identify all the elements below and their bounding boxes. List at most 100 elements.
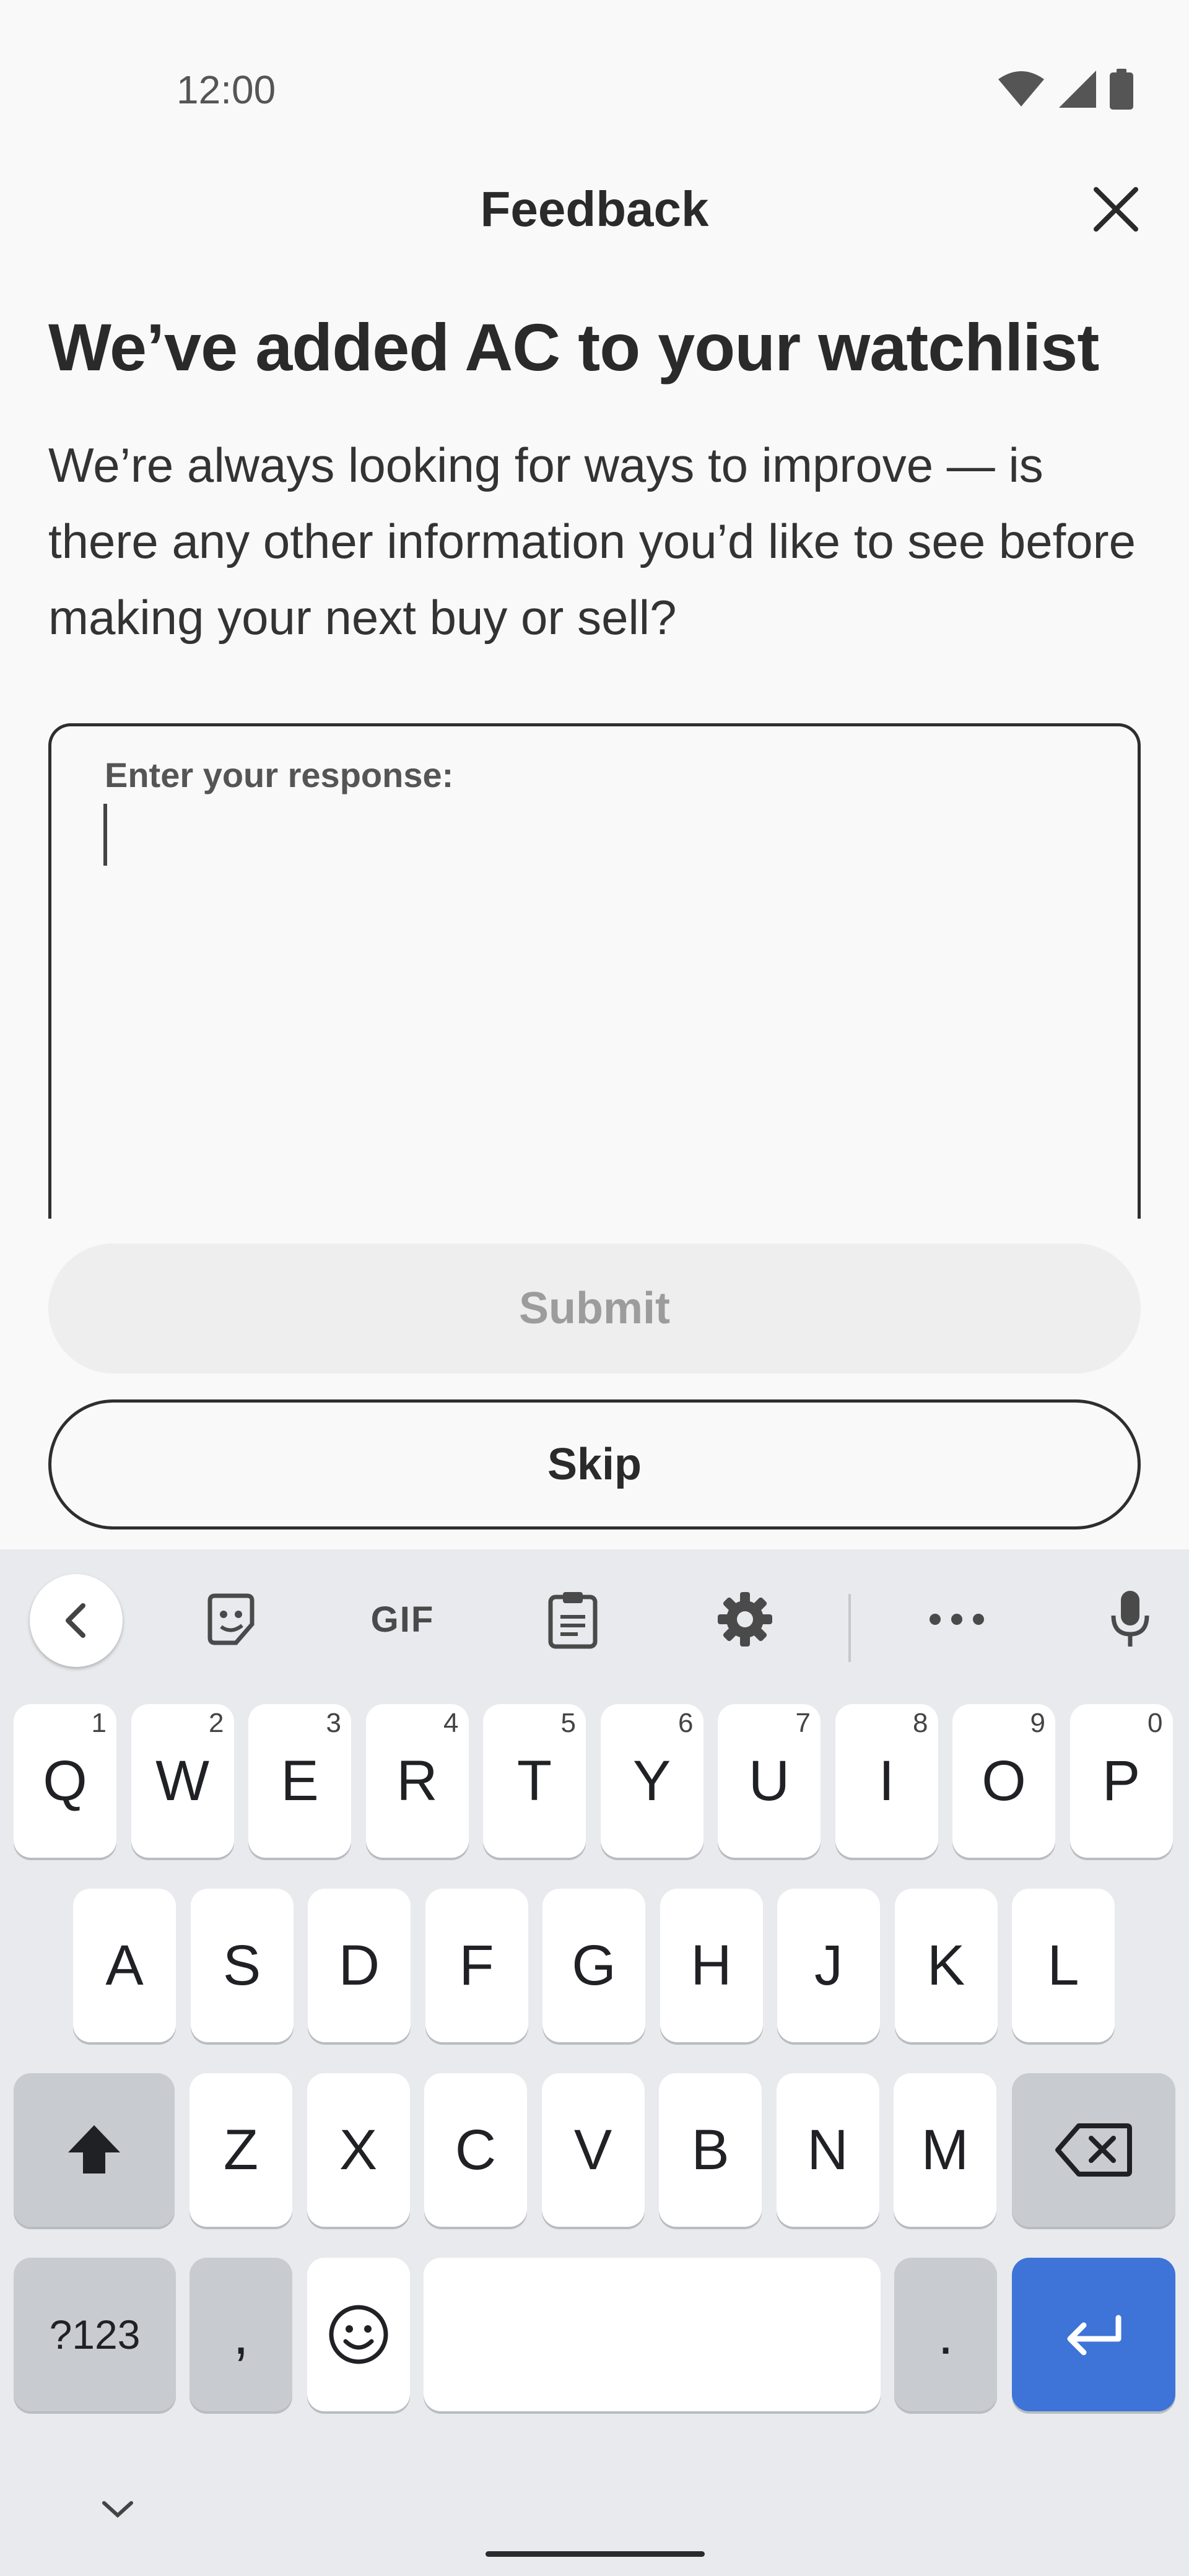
key-f[interactable]: F (425, 1889, 528, 2042)
key-label: M (921, 2118, 969, 2182)
key-q[interactable]: Q1 (14, 1704, 116, 1858)
key-i[interactable]: I8 (835, 1704, 938, 1858)
key-label: W (155, 1749, 209, 1812)
key-u[interactable]: U7 (718, 1704, 821, 1858)
key-hint: 1 (91, 1708, 107, 1738)
key-g[interactable]: G (542, 1889, 645, 2042)
key-z[interactable]: Z (189, 2073, 292, 2227)
key-hint: 6 (678, 1708, 694, 1738)
key-label: T (516, 1749, 552, 1812)
key-l[interactable]: L (1012, 1889, 1115, 2042)
key-t[interactable]: T5 (483, 1704, 586, 1858)
key-label: I (878, 1749, 895, 1812)
backspace-key[interactable] (1012, 2073, 1175, 2227)
shift-key[interactable] (14, 2073, 175, 2227)
status-time: 12:00 (176, 67, 276, 112)
key-hint: 7 (795, 1708, 811, 1738)
response-textarea[interactable]: Enter your response: (48, 723, 1141, 1219)
key-o[interactable]: O9 (952, 1704, 1055, 1858)
page-title: Feedback (480, 181, 709, 237)
key-k[interactable]: K (894, 1889, 998, 2042)
hide-keyboard-button[interactable] (93, 2484, 142, 2534)
backspace-icon (1055, 2123, 1132, 2177)
description: We’re always looking for ways to improve… (48, 438, 1136, 645)
key-hint: 4 (443, 1708, 459, 1738)
status-bar: 12:00 (0, 0, 1189, 124)
comma-key[interactable]: , (189, 2258, 292, 2411)
key-label: O (982, 1749, 1026, 1812)
skip-button[interactable]: Skip (48, 1399, 1141, 1530)
shift-icon (68, 2125, 120, 2174)
submit-button[interactable]: Submit (48, 1243, 1141, 1373)
key-w[interactable]: W2 (131, 1704, 234, 1858)
toolbar-back-button[interactable] (30, 1574, 123, 1667)
key-hint: 9 (1030, 1708, 1045, 1738)
key-s[interactable]: S (190, 1889, 294, 2042)
close-icon (1094, 187, 1138, 232)
key-hint: 8 (913, 1708, 928, 1738)
key-x[interactable]: X (307, 2073, 410, 2227)
settings-button[interactable] (711, 1579, 779, 1660)
headline: We’ve added AC to your watchlist (48, 310, 1099, 385)
key-label: , (233, 2303, 249, 2366)
voice-input-button[interactable] (1096, 1579, 1164, 1660)
key-e[interactable]: E3 (248, 1704, 351, 1858)
key-n[interactable]: N (776, 2073, 879, 2227)
chevron-down-icon (102, 2501, 133, 2518)
key-label: E (281, 1749, 319, 1812)
key-v[interactable]: V (541, 2073, 645, 2227)
key-p[interactable]: P0 (1069, 1704, 1173, 1858)
symbols-key[interactable]: ?123 (14, 2258, 176, 2411)
key-label: A (105, 1934, 144, 1997)
status-icons (997, 69, 1133, 110)
enter-key[interactable] (1012, 2258, 1175, 2411)
more-button[interactable] (923, 1579, 991, 1660)
gif-button[interactable]: GIF (359, 1579, 446, 1660)
key-label: K (926, 1934, 965, 1997)
wifi-icon (998, 71, 1044, 107)
key-label: . (938, 2303, 954, 2366)
battery-icon (1110, 69, 1133, 110)
key-label: R (396, 1749, 438, 1812)
key-label: L (1047, 1934, 1079, 1997)
key-hint: 2 (209, 1708, 224, 1738)
key-j[interactable]: J (777, 1889, 880, 2042)
key-r[interactable]: R4 (365, 1704, 469, 1858)
gear-icon (718, 1592, 772, 1647)
key-label: ?123 (49, 2312, 141, 2357)
key-label: C (455, 2118, 497, 2182)
key-label: B (691, 2118, 730, 2182)
key-label: D (338, 1934, 380, 1997)
key-hint: 5 (560, 1708, 576, 1738)
key-y[interactable]: Y6 (600, 1704, 703, 1858)
signal-icon (1059, 71, 1096, 108)
key-d[interactable]: D (308, 1889, 411, 2042)
sticker-icon (207, 1593, 255, 1645)
keyboard-toolbar: GIF (0, 1549, 1189, 1692)
key-hint: 3 (326, 1708, 341, 1738)
key-h[interactable]: H (660, 1889, 763, 2042)
key-label: X (339, 2118, 378, 2182)
clipboard-icon (548, 1592, 598, 1649)
key-m[interactable]: M (894, 2073, 996, 2227)
close-button[interactable] (1090, 183, 1142, 235)
period-key[interactable]: . (894, 2258, 997, 2411)
clipboard-button[interactable] (539, 1579, 607, 1660)
key-c[interactable]: C (424, 2073, 527, 2227)
enter-icon (1067, 2315, 1121, 2356)
more-icon (930, 1614, 984, 1625)
key-b[interactable]: B (659, 2073, 762, 2227)
key-label: V (573, 2118, 612, 2182)
response-input[interactable] (105, 801, 1083, 869)
key-hint: 0 (1148, 1708, 1163, 1738)
emoji-key[interactable] (307, 2258, 410, 2411)
space-key[interactable] (424, 2258, 881, 2411)
response-label: Enter your response: (105, 755, 454, 794)
key-label: Y (632, 1749, 671, 1812)
key-label: J (814, 1934, 843, 1997)
sticker-button[interactable] (197, 1579, 265, 1660)
key-a[interactable]: A (73, 1889, 176, 2042)
toolbar-divider (848, 1594, 851, 1662)
emoji-icon (329, 2305, 388, 2364)
home-indicator (486, 2551, 705, 2557)
